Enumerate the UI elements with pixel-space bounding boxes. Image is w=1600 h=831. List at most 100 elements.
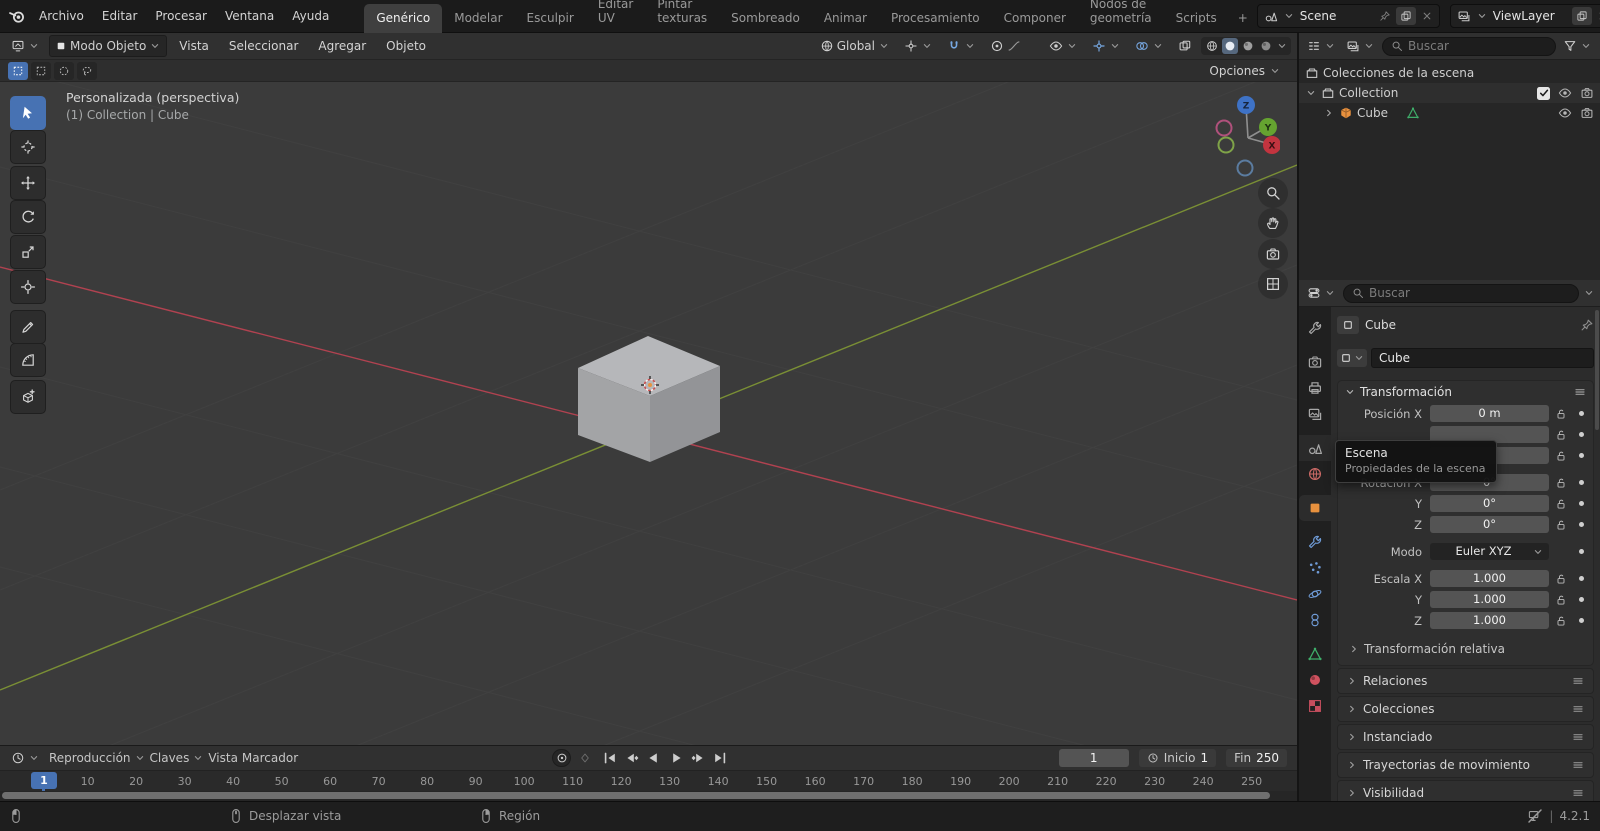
workspace-tab-animar[interactable]: Animar	[812, 4, 879, 33]
navigation-gizmo[interactable]: Z Y X	[1212, 92, 1280, 180]
workspace-tab-procesamiento[interactable]: Procesamiento	[879, 4, 992, 33]
menu-reproduccion[interactable]: Reproducción	[49, 751, 146, 765]
scale-z-field[interactable]: 1.000	[1430, 612, 1549, 629]
menu-editar[interactable]: Editar	[93, 5, 147, 27]
tool-measure[interactable]	[10, 343, 46, 377]
animate-dot[interactable]	[1578, 549, 1584, 554]
add-workspace-button[interactable]: +	[1229, 4, 1257, 33]
lock-open-icon[interactable]	[1555, 615, 1567, 627]
render-camera-icon[interactable]	[1580, 106, 1594, 120]
pivot-point-selector[interactable]	[899, 36, 938, 56]
shading-wireframe-button[interactable]	[1204, 38, 1220, 54]
panel-visibilidad[interactable]: Visibilidad	[1337, 780, 1594, 801]
workspace-tab-scripts[interactable]: Scripts	[1164, 4, 1229, 33]
tab-material[interactable]	[1299, 667, 1331, 693]
frame-start-field[interactable]: Inicio 1	[1138, 748, 1217, 767]
tab-object[interactable]	[1299, 495, 1331, 521]
new-scene-button[interactable]	[1395, 7, 1416, 25]
gizmo-axis-z-neg[interactable]	[1236, 159, 1254, 177]
outliner-id-filter[interactable]	[1343, 37, 1378, 55]
viewport-3d[interactable]: Personalizada (perspectiva) (1) Collecti…	[0, 82, 1297, 745]
tool-scale[interactable]	[10, 235, 46, 269]
tab-constraints[interactable]	[1299, 607, 1331, 633]
outliner-display-mode[interactable]	[1304, 37, 1339, 55]
animate-dot[interactable]	[1578, 576, 1584, 581]
tool-transform[interactable]	[10, 270, 46, 304]
workspace-tab-esculpir[interactable]: Esculpir	[515, 4, 586, 33]
close-icon[interactable]	[1421, 10, 1433, 22]
outliner-search[interactable]	[1382, 36, 1556, 56]
menu-seleccionar[interactable]: Seleccionar	[221, 35, 306, 57]
workspace-tab-pintar-texturas[interactable]: Pintar texturas	[645, 0, 719, 33]
outliner-collection-row[interactable]: Collection	[1299, 83, 1600, 103]
previous-keyframe-button[interactable]	[622, 749, 641, 767]
viewport-zoom-button[interactable]	[1258, 178, 1288, 208]
jump-to-end-button[interactable]	[710, 749, 729, 767]
lock-open-icon[interactable]	[1555, 594, 1567, 606]
menu-marcador[interactable]: Marcador	[242, 751, 298, 765]
auto-keying-toggle[interactable]	[552, 748, 571, 767]
menu-procesar[interactable]: Procesar	[146, 5, 216, 27]
tool-move[interactable]	[10, 166, 46, 200]
select-mode-tweak[interactable]	[8, 61, 28, 80]
id-type-chip[interactable]	[1337, 349, 1367, 367]
panel-menu-icon[interactable]	[1571, 702, 1585, 716]
animate-dot[interactable]	[1578, 618, 1584, 623]
workspace-tab-componer[interactable]: Componer	[992, 4, 1078, 33]
tool-3d-cursor[interactable]	[10, 130, 46, 164]
transform-panel-header[interactable]: Transformación	[1338, 381, 1593, 403]
panel-instanciado[interactable]: Instanciado	[1337, 724, 1594, 750]
hide-eye-icon[interactable]	[1558, 86, 1572, 100]
panel-colecciones[interactable]: Colecciones	[1337, 696, 1594, 722]
tab-texture[interactable]	[1299, 693, 1331, 719]
mode-selector[interactable]: Modo Objeto	[49, 35, 168, 57]
tab-physics[interactable]	[1299, 581, 1331, 607]
lock-open-icon[interactable]	[1555, 408, 1567, 420]
animate-dot[interactable]	[1578, 453, 1584, 458]
panel-relaciones[interactable]: Relaciones	[1337, 668, 1594, 694]
lock-open-icon[interactable]	[1555, 573, 1567, 585]
transform-orientation-selector[interactable]: Global	[815, 36, 895, 56]
properties-search-input[interactable]	[1369, 286, 1570, 300]
hide-eye-icon[interactable]	[1558, 106, 1572, 120]
outliner-cube-row[interactable]: Cube	[1299, 103, 1600, 123]
snap-toggle[interactable]	[942, 36, 981, 56]
gizmo-axis-z[interactable]: Z	[1237, 96, 1255, 114]
lock-open-icon[interactable]	[1555, 519, 1567, 531]
tab-scene[interactable]	[1299, 435, 1331, 461]
current-frame-field[interactable]: 1	[1058, 748, 1129, 767]
next-keyframe-button[interactable]	[688, 749, 707, 767]
render-camera-icon[interactable]	[1580, 86, 1594, 100]
object-name-field[interactable]: Cube	[1371, 348, 1594, 368]
gizmo-axis-y[interactable]: Y	[1259, 118, 1277, 136]
shading-solid-button[interactable]	[1222, 38, 1238, 54]
pin-icon[interactable]	[1379, 10, 1391, 22]
menu-ventana[interactable]: Ventana	[216, 5, 283, 27]
tab-modifiers[interactable]	[1299, 529, 1331, 555]
jump-to-start-button[interactable]	[600, 749, 619, 767]
play-button[interactable]	[666, 749, 685, 767]
tab-view-layer[interactable]	[1299, 401, 1331, 427]
cube-object[interactable]	[578, 336, 720, 462]
gizmo-axis-y-neg[interactable]	[1217, 136, 1235, 154]
select-mode-circle[interactable]	[54, 61, 74, 80]
viewport-ortho-toggle[interactable]	[1258, 269, 1288, 299]
menu-ayuda[interactable]: Ayuda	[283, 5, 338, 27]
menu-agregar[interactable]: Agregar	[310, 35, 374, 57]
tool-rotate[interactable]	[10, 200, 46, 234]
timeline-ruler[interactable]: 1 10 20 30 40 50 60 70 80 90 100 110 120 130 140 150 16…	[0, 769, 1297, 794]
select-mode-box[interactable]	[31, 61, 51, 80]
menu-vista-timeline[interactable]: Vista	[208, 751, 238, 765]
menu-archivo[interactable]: Archivo	[30, 5, 93, 27]
tab-output[interactable]	[1299, 375, 1331, 401]
expand-chevron-icon[interactable]	[1305, 87, 1317, 99]
animate-dot[interactable]	[1578, 411, 1584, 416]
shading-material-button[interactable]	[1240, 38, 1256, 54]
animate-dot[interactable]	[1578, 432, 1584, 437]
keying-set-button[interactable]	[575, 749, 594, 767]
properties-search[interactable]	[1343, 283, 1579, 303]
tool-select-box[interactable]	[10, 96, 46, 130]
timeline-scrollbar[interactable]	[0, 791, 1297, 801]
lock-open-icon[interactable]	[1555, 450, 1567, 462]
options-button[interactable]: Opciones	[1201, 62, 1289, 80]
